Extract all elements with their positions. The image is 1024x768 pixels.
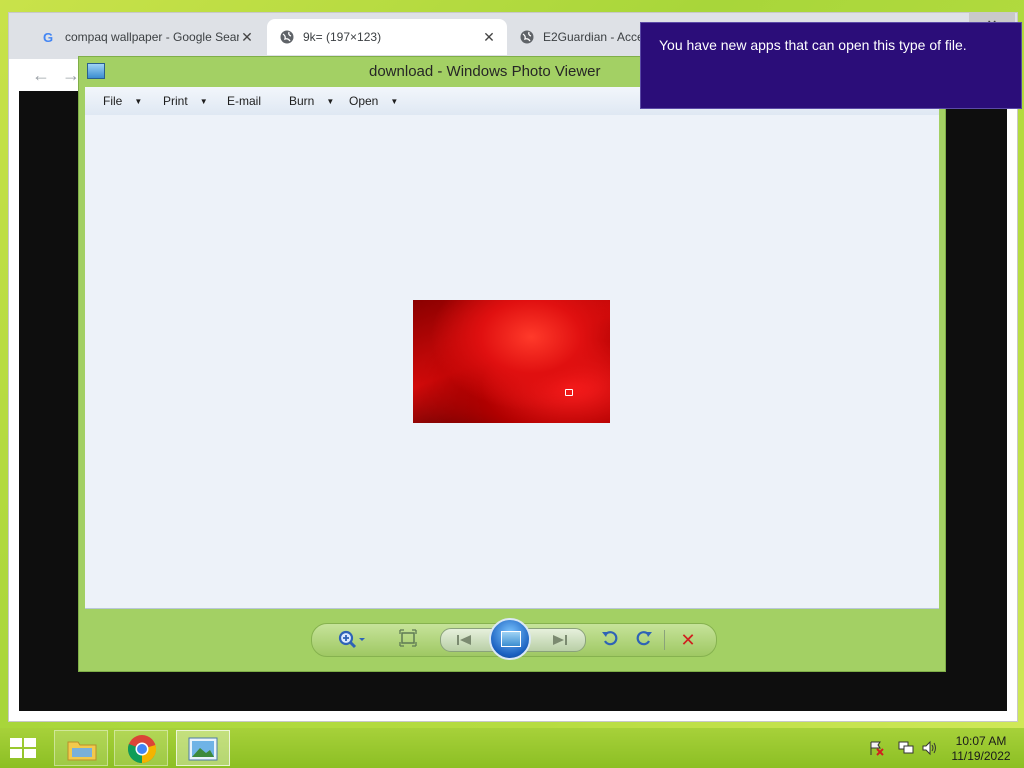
system-clock[interactable]: 10:07 AM 11/19/2022 — [944, 734, 1018, 764]
compaq-logo-icon — [565, 389, 573, 396]
menu-email[interactable]: E-mail — [227, 94, 261, 108]
rotate-counterclockwise-icon[interactable] — [598, 628, 622, 652]
new-apps-notification[interactable]: You have new apps that can open this typ… — [640, 22, 1022, 109]
menu-print[interactable]: Print ▼ — [163, 94, 208, 108]
rotate-left-icon — [602, 631, 618, 646]
dropdown-arrow-icon: ▼ — [134, 97, 143, 106]
fit-window-icon — [399, 629, 417, 647]
menu-file-label: File — [103, 94, 123, 108]
google-icon: G — [43, 30, 53, 45]
previous-icon[interactable] — [455, 633, 473, 647]
network-monitor-icon — [898, 741, 914, 754]
photo-viewer-window: download - Windows Photo Viewer File ▼ Pr… — [78, 56, 946, 672]
tab-title: compaq wallpaper - Google Sear — [65, 30, 239, 44]
file-explorer-taskbar-button[interactable] — [54, 730, 108, 766]
menu-open-label: Open — [349, 94, 379, 108]
menu-burn[interactable]: Burn ▼ — [289, 94, 334, 108]
globe-icon — [520, 30, 534, 44]
controls-divider — [664, 630, 665, 650]
tab-google-search[interactable]: G compaq wallpaper - Google Sear ✕ — [29, 19, 265, 55]
flag-icon — [870, 741, 884, 756]
svg-text:G: G — [43, 30, 53, 45]
dropdown-arrow-icon: ▼ — [326, 97, 335, 106]
photo-icon — [188, 737, 218, 761]
actual-size-icon[interactable] — [396, 628, 420, 652]
taskbar: 10:07 AM 11/19/2022 — [0, 728, 1024, 768]
back-arrow-icon[interactable]: ← — [29, 63, 53, 87]
chrome-taskbar-button[interactable] — [114, 730, 168, 766]
rotate-right-icon — [636, 631, 652, 646]
tab-image[interactable]: 9k= (197×123) ✕ — [267, 19, 507, 55]
slideshow-icon — [501, 631, 521, 647]
dropdown-arrow-icon: ▼ — [199, 97, 208, 106]
windows-start-icon[interactable] — [10, 738, 38, 760]
zoom-icon[interactable] — [334, 628, 368, 652]
zoom-magnifier-icon — [338, 630, 365, 649]
notification-text: You have new apps that can open this typ… — [659, 37, 967, 53]
speaker-icon — [922, 740, 936, 756]
menu-print-label: Print — [163, 94, 188, 108]
folder-icon — [67, 741, 97, 761]
dropdown-arrow-icon: ▼ — [390, 97, 399, 106]
chrome-icon — [127, 735, 157, 764]
displayed-photo — [413, 300, 610, 423]
network-icon[interactable] — [898, 740, 914, 756]
tab-title: E2Guardian - Acces — [543, 30, 647, 44]
menu-file[interactable]: File ▼ — [103, 94, 142, 108]
photo-viewer-taskbar-button[interactable] — [176, 730, 230, 766]
globe-icon — [280, 30, 294, 44]
clock-date: 11/19/2022 — [951, 749, 1011, 763]
volume-icon[interactable] — [922, 740, 938, 756]
menu-email-label: E-mail — [227, 94, 262, 108]
tab-title: 9k= (197×123) — [303, 30, 382, 44]
close-icon[interactable]: ✕ — [239, 29, 255, 46]
slideshow-button[interactable] — [489, 618, 531, 660]
window-title: download - Windows Photo Viewer — [369, 63, 601, 80]
image-canvas — [85, 115, 939, 609]
delete-icon[interactable]: ✕ — [676, 628, 700, 652]
menu-burn-label: Burn — [289, 94, 315, 108]
clock-time: 10:07 AM — [955, 734, 1007, 748]
photo-viewer-app-icon — [87, 63, 105, 79]
playback-controls: ✕ — [311, 618, 717, 660]
next-icon[interactable] — [551, 633, 569, 647]
tab-e2guardian[interactable]: E2Guardian - Acces — [507, 19, 657, 55]
menu-open[interactable]: Open ▼ — [349, 94, 398, 108]
action-center-flag-icon[interactable] — [868, 740, 884, 756]
close-icon[interactable]: ✕ — [481, 29, 497, 46]
rotate-clockwise-icon[interactable] — [632, 628, 656, 652]
